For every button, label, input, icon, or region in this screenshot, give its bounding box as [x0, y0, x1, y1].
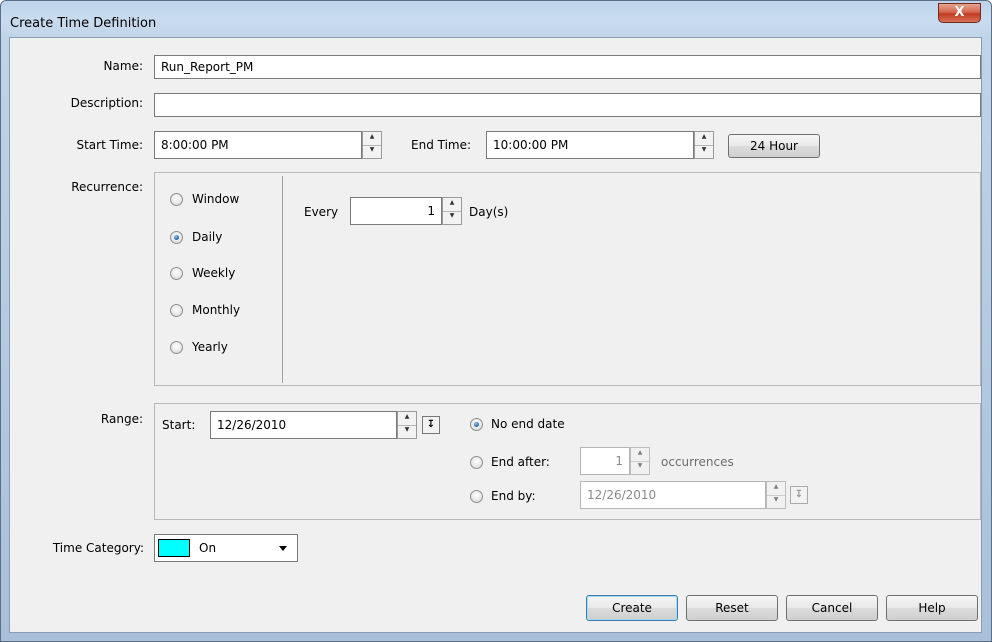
radio-end-after[interactable]	[470, 456, 483, 469]
start-time-spinner[interactable]: ▲ ▼	[362, 131, 382, 159]
name-field[interactable]: Run_Report_PM	[154, 55, 981, 79]
window-title: Create Time Definition	[10, 16, 157, 31]
radio-window-label[interactable]: Window	[192, 192, 239, 206]
range-start-label: Start:	[162, 418, 196, 432]
end-time-spinner[interactable]: ▲ ▼	[694, 131, 714, 159]
radio-end-by[interactable]	[470, 490, 483, 503]
radio-weekly[interactable]	[170, 267, 183, 280]
spin-up-icon[interactable]: ▲	[398, 412, 416, 426]
24-hour-button[interactable]: 24 Hour	[728, 134, 820, 158]
radio-end-by-label[interactable]: End by:	[491, 489, 536, 503]
spin-down-icon[interactable]: ▼	[443, 211, 461, 224]
cancel-button[interactable]: Cancel	[786, 595, 878, 621]
start-time-field[interactable]: 8:00:00 PM	[154, 131, 362, 159]
spin-down-icon[interactable]: ▼	[631, 461, 649, 474]
every-label: Every	[304, 205, 339, 219]
calendar-dropdown-icon[interactable]: ↧	[422, 416, 440, 434]
time-category-label: Time Category:	[52, 541, 144, 555]
spin-up-icon[interactable]: ▲	[363, 132, 381, 146]
range-start-date-field[interactable]: 12/26/2010	[210, 411, 397, 439]
radio-monthly[interactable]	[170, 304, 183, 317]
create-button[interactable]: Create	[586, 595, 678, 621]
end-time-field[interactable]: 10:00:00 PM	[486, 131, 694, 159]
radio-window[interactable]	[170, 193, 183, 206]
radio-no-end-date-label[interactable]: No end date	[491, 417, 565, 431]
end-by-date-field[interactable]: 12/26/2010	[580, 481, 766, 509]
description-field[interactable]	[154, 93, 981, 117]
title-bar[interactable]: Create Time Definition X	[2, 2, 990, 38]
recurrence-divider	[282, 176, 283, 383]
spin-down-icon[interactable]: ▼	[398, 425, 416, 438]
range-label: Range:	[100, 412, 143, 426]
spin-down-icon[interactable]: ▼	[695, 145, 713, 158]
radio-daily-label[interactable]: Daily	[192, 230, 222, 244]
spin-down-icon[interactable]: ▼	[767, 495, 785, 508]
spin-down-icon[interactable]: ▼	[363, 145, 381, 158]
radio-end-after-label[interactable]: End after:	[491, 455, 550, 469]
name-label: Name:	[103, 59, 143, 73]
reset-button[interactable]: Reset	[686, 595, 778, 621]
occurrences-label: occurrences	[661, 455, 734, 469]
interval-unit-label: Day(s)	[469, 205, 509, 219]
radio-weekly-label[interactable]: Weekly	[192, 266, 235, 280]
color-swatch	[158, 539, 190, 557]
time-category-value: On	[199, 541, 217, 555]
radio-yearly-label[interactable]: Yearly	[192, 340, 228, 354]
spin-up-icon[interactable]: ▲	[695, 132, 713, 146]
range-start-spinner[interactable]: ▲ ▼	[397, 411, 417, 439]
time-category-select[interactable]: On	[154, 534, 298, 562]
close-button[interactable]: X	[938, 3, 981, 23]
calendar-dropdown-icon[interactable]: ↧	[790, 486, 808, 504]
end-after-spinner[interactable]: ▲ ▼	[630, 447, 650, 475]
help-button[interactable]: Help	[886, 595, 978, 621]
spin-up-icon[interactable]: ▲	[443, 198, 461, 212]
every-interval-spinner[interactable]: ▲ ▼	[442, 197, 462, 225]
radio-no-end-date[interactable]	[470, 418, 483, 431]
recurrence-group	[154, 172, 981, 386]
radio-yearly[interactable]	[170, 341, 183, 354]
end-by-spinner[interactable]: ▲ ▼	[766, 481, 786, 509]
recurrence-label: Recurrence:	[71, 180, 143, 194]
description-label: Description:	[70, 96, 143, 110]
start-time-label: Start Time:	[76, 138, 143, 152]
chevron-down-icon[interactable]	[279, 546, 287, 551]
radio-daily[interactable]	[170, 231, 183, 244]
end-after-count-field[interactable]: 1	[580, 447, 630, 475]
every-interval-field[interactable]: 1	[350, 197, 442, 225]
spin-up-icon[interactable]: ▲	[767, 482, 785, 496]
spin-up-icon[interactable]: ▲	[631, 448, 649, 462]
radio-monthly-label[interactable]: Monthly	[192, 303, 240, 317]
end-time-label: End Time:	[411, 138, 472, 152]
